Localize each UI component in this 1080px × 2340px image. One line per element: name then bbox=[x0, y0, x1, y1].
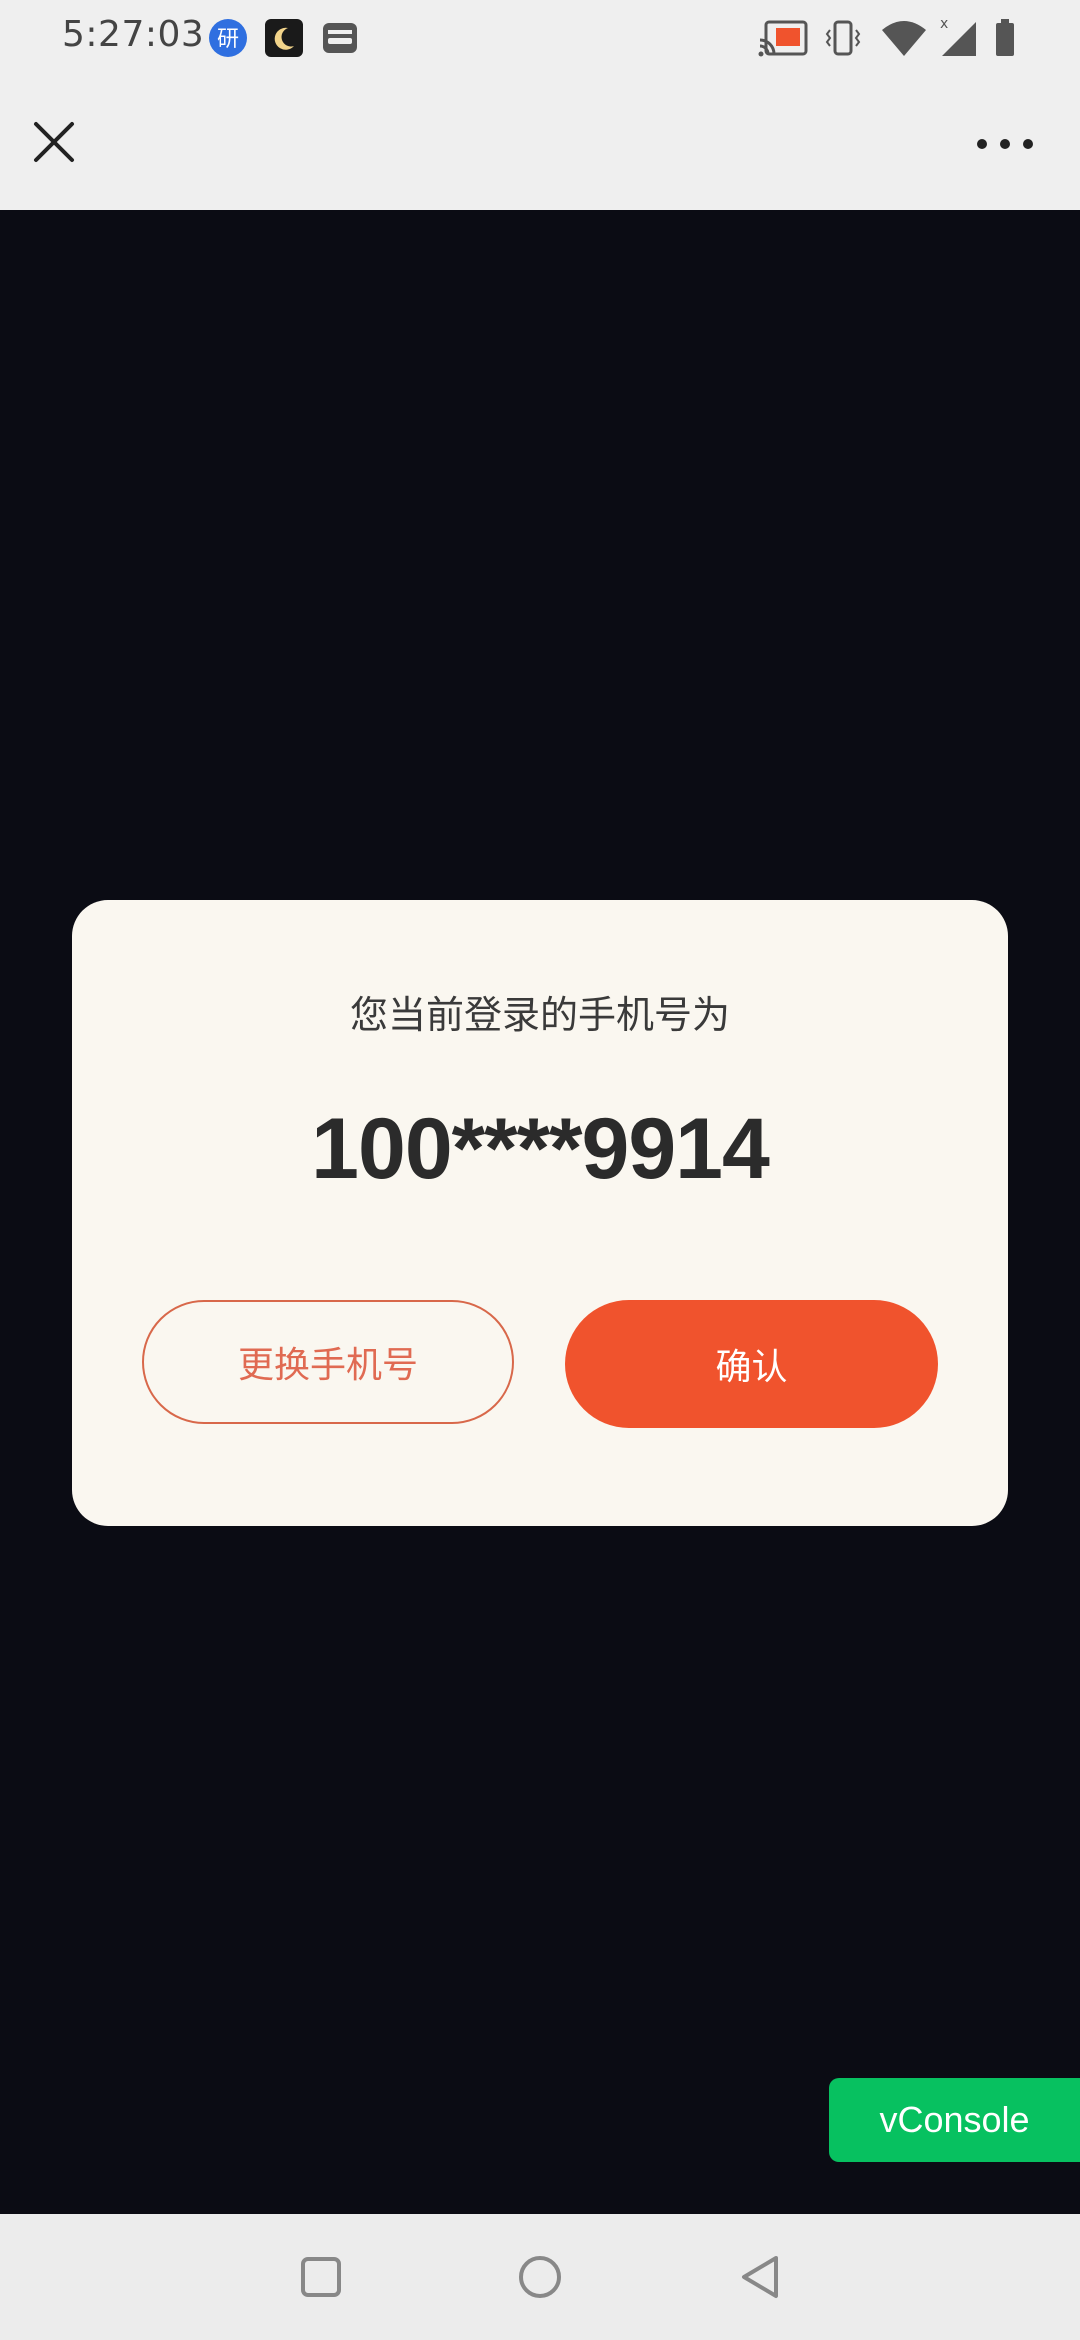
nav-bar bbox=[0, 80, 1080, 210]
status-time: 5:27:03 bbox=[62, 14, 205, 55]
wifi-icon bbox=[880, 18, 928, 62]
home-icon[interactable] bbox=[515, 2252, 565, 2302]
svg-text:x: x bbox=[940, 16, 948, 32]
login-phone-dialog: 您当前登录的手机号为 100****9914 更换手机号 确认 bbox=[72, 900, 1008, 1526]
confirm-button[interactable]: 确认 bbox=[565, 1300, 938, 1428]
more-icon[interactable] bbox=[972, 124, 1038, 164]
translate-app-icon: 研 bbox=[208, 18, 248, 62]
svg-text:研: 研 bbox=[217, 27, 239, 52]
battery-icon bbox=[994, 18, 1016, 62]
status-bar: 5:27:03 研 x bbox=[0, 0, 1080, 80]
vibrate-icon bbox=[824, 18, 862, 62]
recents-icon[interactable] bbox=[296, 2252, 346, 2302]
dialog-title: 您当前登录的手机号为 bbox=[349, 993, 730, 1037]
back-icon[interactable] bbox=[736, 2252, 786, 2302]
masked-phone-number: 100****9914 bbox=[311, 1101, 770, 1197]
cast-icon bbox=[758, 18, 810, 62]
system-nav-bar bbox=[0, 2214, 1080, 2340]
close-icon[interactable] bbox=[28, 116, 80, 168]
vconsole-button[interactable]: vConsole bbox=[829, 2078, 1080, 2162]
inbox-app-icon bbox=[320, 18, 360, 62]
moon-app-icon bbox=[264, 18, 304, 62]
signal-icon: x bbox=[936, 14, 980, 62]
change-phone-button[interactable]: 更换手机号 bbox=[142, 1300, 514, 1424]
